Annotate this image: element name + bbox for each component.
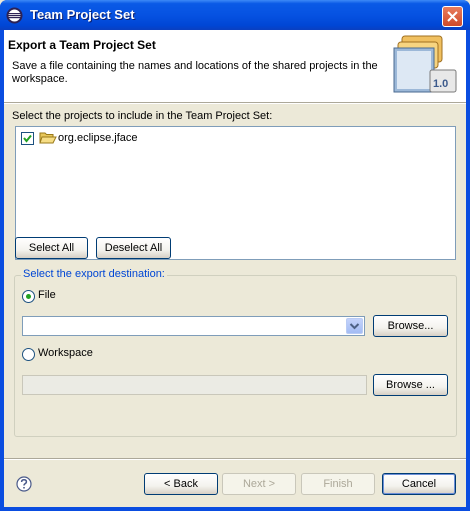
wizard-banner: Export a Team Project Set Save a file co… (4, 30, 466, 102)
dialog-client-area: Export a Team Project Set Save a file co… (4, 30, 466, 507)
export-destination-title: Select the export destination: (21, 268, 167, 280)
deselect-all-button[interactable]: Deselect All (96, 237, 171, 259)
projects-label-text: Select the projects to include in the Te… (12, 110, 273, 122)
project-name: org.eclipse.jface (58, 132, 138, 144)
close-icon (447, 11, 458, 22)
banner-separator (4, 102, 466, 104)
file-path-combo[interactable] (22, 316, 365, 336)
help-icon[interactable] (16, 476, 32, 492)
workspace-path-field[interactable] (22, 375, 367, 395)
radio-selected-dot (26, 294, 31, 299)
close-button[interactable] (442, 6, 463, 27)
select-all-button[interactable]: Select All (15, 237, 88, 259)
open-folder-icon (39, 132, 57, 144)
cancel-button[interactable]: Cancel (382, 473, 456, 495)
browse-file-button[interactable]: Browse... (373, 315, 448, 337)
window-frame-bottom (0, 507, 470, 511)
finish-label: Finish (323, 478, 353, 490)
combo-dropdown-button[interactable] (346, 318, 363, 334)
deselect-all-label: Deselect All (104, 242, 163, 254)
projects-list-label: Select the projects to include in the Te… (12, 110, 272, 122)
checkmark-icon (23, 134, 32, 143)
eclipse-icon (6, 7, 23, 24)
back-button[interactable]: < Back (144, 473, 218, 495)
window-title: Team Project Set (30, 7, 135, 22)
footer-separator (4, 458, 466, 460)
title-bar[interactable]: Team Project Set (0, 0, 470, 30)
select-all-label: Select All (28, 242, 75, 254)
back-label: < Back (164, 478, 198, 490)
next-label: Next > (242, 478, 276, 490)
dialog-window: Team Project Set Export a Team Project S… (0, 0, 470, 511)
banner-title: Export a Team Project Set (8, 38, 156, 52)
browse-workspace-button[interactable]: Browse ... (373, 374, 448, 396)
chevron-down-icon (349, 323, 360, 330)
team-project-set-illustration: 1.0 (393, 35, 457, 93)
file-radio[interactable] (22, 290, 35, 303)
file-option-label[interactable]: File (38, 289, 56, 301)
browse-file-label: Browse... (387, 320, 434, 332)
workspace-option-label[interactable]: Workspace (38, 347, 93, 359)
cancel-label: Cancel (401, 478, 437, 490)
banner-description: Save a file containing the names and loc… (12, 60, 378, 85)
browse-workspace-label: Browse ... (386, 379, 435, 391)
finish-button[interactable]: Finish (301, 473, 375, 495)
workspace-radio[interactable] (22, 348, 35, 361)
export-destination-group: Select the export destination: File Brow… (14, 268, 457, 437)
next-button[interactable]: Next > (222, 473, 296, 495)
version-badge: 1.0 (433, 78, 448, 90)
project-checkbox[interactable] (21, 132, 34, 145)
